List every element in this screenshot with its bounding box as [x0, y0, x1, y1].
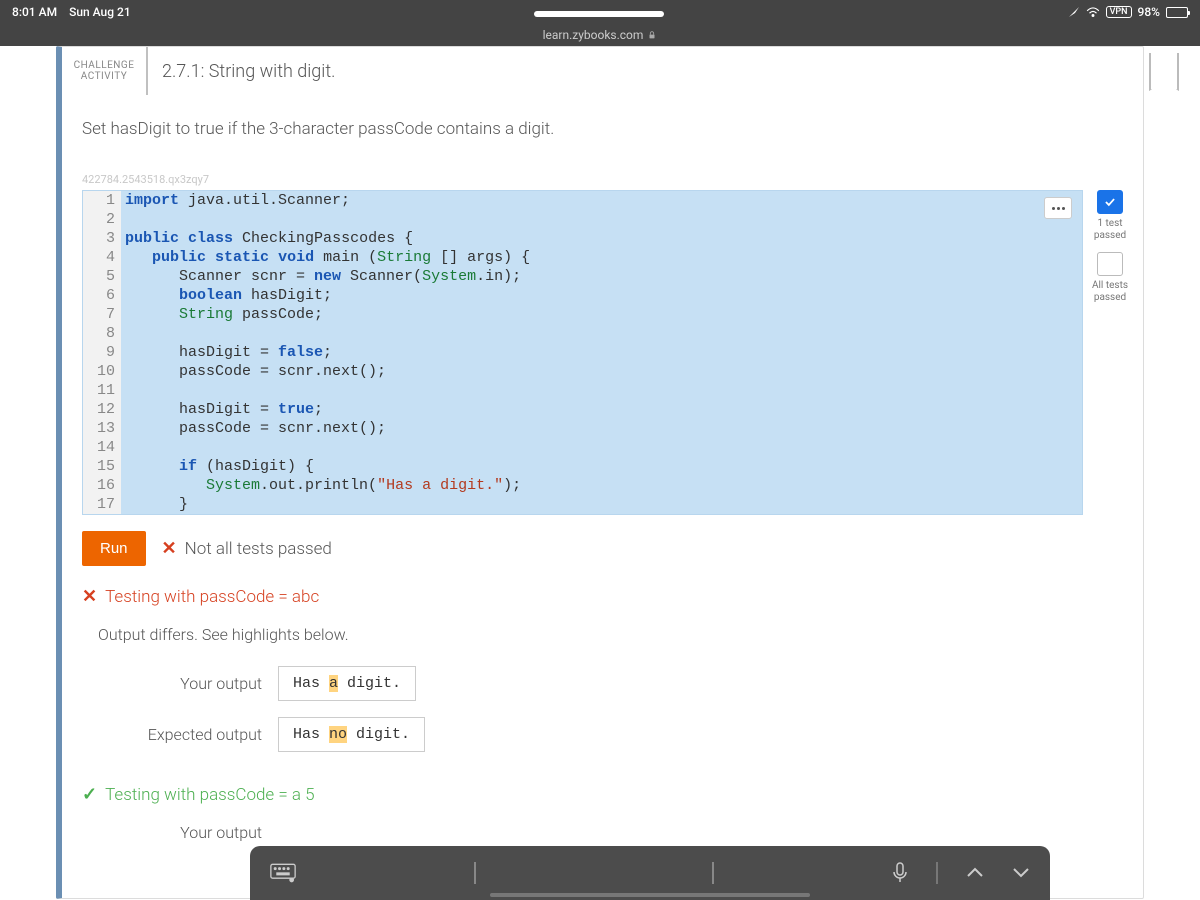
test-status-text: All tests — [1092, 280, 1128, 291]
run-message-text: Not all tests passed — [185, 539, 332, 559]
chevron-up-icon[interactable] — [966, 867, 984, 879]
run-message: ✕ Not all tests passed — [162, 538, 332, 559]
test-result-heading: ✓ Testing with passCode = a 5 — [82, 784, 1123, 805]
code-content[interactable]: Scanner scnr = new Scanner(System.in); — [121, 267, 521, 286]
line-number: 5 — [83, 267, 121, 286]
line-number: 2 — [83, 210, 121, 229]
run-button[interactable]: Run — [82, 531, 146, 566]
expected-output-label: Expected output — [122, 725, 262, 744]
highlighted-diff: a — [329, 675, 338, 692]
code-content[interactable]: public class CheckingPasscodes { — [121, 229, 413, 248]
status-handle[interactable] — [534, 11, 664, 17]
instruction-text: Set hasDigit to true if the 3-character … — [62, 95, 1143, 149]
challenge-tag: CHALLENGE ACTIVITY — [62, 47, 148, 95]
code-editor[interactable]: 1import java.util.Scanner; 2 3public cla… — [82, 190, 1083, 515]
line-number: 11 — [83, 381, 121, 400]
code-content[interactable]: boolean hasDigit; — [121, 286, 332, 305]
challenge-tag-line1: CHALLENGE — [74, 60, 135, 71]
line-number: 14 — [83, 438, 121, 457]
battery-icon — [1166, 7, 1188, 18]
test-passed-indicator: 1 test passed — [1094, 190, 1126, 242]
browser-url-bar[interactable]: learn.zybooks.com — [0, 24, 1200, 46]
more-menu-button[interactable] — [1044, 197, 1072, 219]
x-icon: ✕ — [162, 538, 177, 559]
battery-percent: 98% — [1138, 5, 1160, 19]
line-number: 1 — [83, 191, 121, 210]
challenge-tag-line2: ACTIVITY — [81, 71, 128, 82]
vpn-badge: VPN — [1106, 6, 1132, 18]
location-icon — [1068, 6, 1080, 18]
code-content[interactable]: public static void main (String [] args)… — [121, 248, 530, 267]
check-icon — [1097, 190, 1123, 214]
test-heading-text: Testing with passCode = abc — [105, 587, 319, 607]
keyboard-handle[interactable] — [490, 893, 810, 897]
expected-output-box: Has no digit. — [278, 717, 425, 752]
empty-check-box — [1097, 252, 1123, 276]
line-number: 15 — [83, 457, 121, 476]
code-content[interactable]: hasDigit = false; — [121, 343, 332, 362]
output-text: Has — [293, 726, 329, 743]
highlighted-diff: no — [329, 726, 347, 743]
your-output-box: Has a digit. — [278, 666, 416, 701]
code-content[interactable] — [121, 381, 134, 400]
chevron-down-icon[interactable] — [1012, 867, 1030, 879]
watermark-id: 422784.2543518.qx3zqy7 — [62, 149, 1143, 190]
code-content[interactable]: if (hasDigit) { — [121, 457, 314, 476]
code-content[interactable]: System.out.println("Has a digit."); — [121, 476, 521, 495]
output-text: Has — [293, 675, 329, 692]
wifi-icon — [1086, 6, 1100, 18]
code-content[interactable]: hasDigit = true; — [121, 400, 323, 419]
line-number: 3 — [83, 229, 121, 248]
test-status-text: passed — [1094, 230, 1126, 241]
output-text: digit. — [347, 726, 410, 743]
url-text: learn.zybooks.com — [543, 28, 644, 42]
line-number: 7 — [83, 305, 121, 324]
keyboard-icon[interactable] — [270, 863, 296, 883]
test-heading-text: Testing with passCode = a 5 — [105, 785, 315, 805]
diff-message: Output differs. See highlights below. — [98, 625, 1123, 644]
your-output-label: Your output — [122, 823, 262, 842]
code-content[interactable]: passCode = scnr.next(); — [121, 362, 386, 381]
line-number: 17 — [83, 495, 121, 514]
code-content[interactable] — [121, 438, 134, 457]
code-content[interactable] — [121, 210, 134, 229]
line-number: 9 — [83, 343, 121, 362]
code-content[interactable]: passCode = scnr.next(); — [121, 419, 386, 438]
output-text: digit. — [338, 675, 401, 692]
test-result-heading: ✕ Testing with passCode = abc — [82, 586, 1123, 607]
cursor-indicator — [474, 862, 476, 884]
line-number: 13 — [83, 419, 121, 438]
ipad-status-bar: 8:01 AM Sun Aug 21 VPN 98% — [0, 0, 1200, 24]
test-progress-column: 1 test passed All tests passed — [1087, 190, 1133, 304]
line-number: 16 — [83, 476, 121, 495]
check-icon: ✓ — [82, 784, 97, 805]
line-number: 10 — [83, 362, 121, 381]
cursor-indicator — [712, 862, 714, 884]
code-content[interactable]: String passCode; — [121, 305, 323, 324]
your-output-label: Your output — [122, 674, 262, 693]
divider — [936, 862, 938, 884]
lock-icon — [647, 30, 657, 40]
test-status-text: passed — [1094, 292, 1126, 303]
challenge-card: CHALLENGE ACTIVITY 2.7.1: String with di… — [56, 46, 1144, 899]
status-time: 8:01 AM — [12, 5, 57, 19]
test-status-text: 1 test — [1097, 218, 1122, 229]
line-number: 12 — [83, 400, 121, 419]
line-number: 4 — [83, 248, 121, 267]
keyboard-toolbar[interactable] — [250, 846, 1050, 900]
code-content[interactable] — [121, 324, 134, 343]
line-number: 8 — [83, 324, 121, 343]
all-tests-indicator: All tests passed — [1092, 252, 1128, 304]
bookmark-icon[interactable] — [1149, 53, 1179, 91]
challenge-title: 2.7.1: String with digit. — [148, 47, 335, 95]
microphone-icon[interactable] — [892, 862, 908, 884]
code-content[interactable]: } — [121, 495, 188, 514]
code-content[interactable]: import java.util.Scanner; — [121, 191, 350, 210]
line-number: 6 — [83, 286, 121, 305]
x-icon: ✕ — [82, 586, 97, 607]
status-date: Sun Aug 21 — [69, 5, 131, 19]
